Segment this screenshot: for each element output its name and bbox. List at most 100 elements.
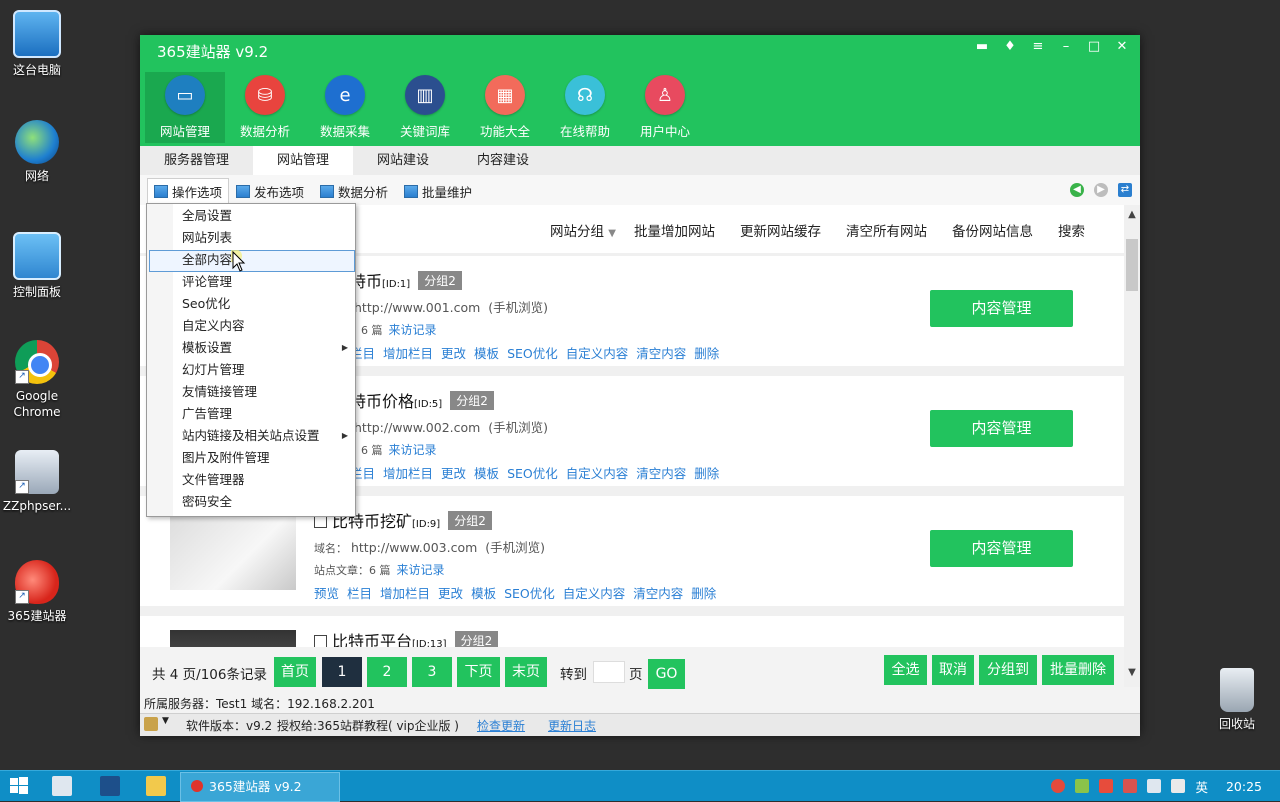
security-tray-icon[interactable] — [1099, 779, 1114, 793]
action-template[interactable]: 模板 — [474, 346, 499, 361]
action-edit[interactable]: 更改 — [441, 466, 466, 481]
server-manager-icon[interactable] — [52, 776, 72, 796]
check-update-link[interactable]: 检查更新 — [477, 717, 525, 734]
close-icon[interactable]: ✕ — [1114, 39, 1130, 54]
desktop-icon-recycle-bin[interactable]: 回收站 — [1200, 668, 1274, 732]
next-page-button[interactable]: 下页 — [457, 657, 500, 687]
clock[interactable]: 20:25 — [1226, 779, 1262, 794]
goto-page-input[interactable] — [593, 661, 625, 683]
action-delete[interactable]: 删除 — [694, 466, 719, 481]
action-add-column[interactable]: 增加栏目 — [380, 586, 430, 601]
chevron-down-icon[interactable]: ▼ — [1126, 667, 1138, 678]
menu-item-site-list[interactable]: 网站列表 — [182, 227, 342, 249]
action-template[interactable]: 模板 — [474, 466, 499, 481]
select-all-button[interactable]: 全选 — [884, 655, 927, 685]
mobile-view-link[interactable]: (手机浏览) — [485, 540, 545, 555]
action-preview[interactable]: 预览 — [314, 586, 339, 601]
chevron-down-icon[interactable]: ▼ — [162, 716, 169, 726]
first-page-button[interactable]: 首页 — [274, 657, 316, 687]
menu-item-all-content[interactable]: 全部内容 — [182, 249, 342, 271]
subtab-analysis[interactable]: 数据分析 — [320, 181, 388, 201]
page-1-button[interactable]: 1 — [322, 657, 362, 687]
menu-item-images-attachments[interactable]: 图片及附件管理 — [182, 447, 342, 469]
display-tray-icon[interactable] — [1147, 779, 1162, 793]
tab-server-management[interactable]: 服务器管理 — [140, 146, 253, 175]
content-manage-button[interactable]: 内容管理 — [930, 410, 1073, 447]
action-custom-content[interactable]: 自定义内容 — [566, 346, 629, 361]
action-clear-content[interactable]: 清空内容 — [636, 466, 686, 481]
subtab-batch[interactable]: 批量维护 — [404, 181, 472, 201]
desktop-icon-this-pc[interactable]: 这台电脑 — [0, 10, 74, 78]
go-button[interactable]: GO — [648, 659, 685, 689]
scrollbar-thumb[interactable] — [1126, 239, 1138, 291]
menu-item-file-manager[interactable]: 文件管理器 — [182, 469, 342, 491]
menu-item-comments[interactable]: 评论管理 — [182, 271, 342, 293]
powershell-icon[interactable] — [100, 776, 120, 796]
action-edit[interactable]: 更改 — [441, 346, 466, 361]
page-2-button[interactable]: 2 — [367, 657, 407, 687]
desktop-icon-chrome[interactable]: ↗ Google Chrome — [0, 340, 74, 420]
action-delete[interactable]: 删除 — [691, 586, 716, 601]
cancel-button[interactable]: 取消 — [932, 655, 974, 685]
windows-start-icon[interactable] — [10, 777, 28, 795]
desktop-icon-zzphpserver[interactable]: ↗ ZZphpser... — [0, 450, 74, 514]
last-page-button[interactable]: 末页 — [505, 657, 547, 687]
visit-log-link[interactable]: 来访记录 — [389, 443, 437, 457]
mobile-view-link[interactable]: (手机浏览) — [488, 420, 548, 435]
file-explorer-icon[interactable] — [146, 776, 166, 796]
settings-gear-icon[interactable] — [144, 717, 158, 731]
action-seo[interactable]: SEO优化 — [507, 346, 558, 361]
nav-keyword-library[interactable]: ▥ 关键词库 — [385, 72, 465, 143]
vertical-scrollbar[interactable]: ▲ ▼ — [1124, 205, 1140, 687]
clear-all-sites-button[interactable]: 清空所有网站 — [846, 220, 927, 240]
subtab-publish[interactable]: 发布选项 — [236, 181, 304, 201]
visit-log-link[interactable]: 来访记录 — [397, 563, 445, 577]
group-to-button[interactable]: 分组到 — [979, 655, 1037, 685]
network-warning-icon[interactable] — [1123, 779, 1138, 793]
maximize-icon[interactable]: □ — [1086, 39, 1102, 54]
nav-online-help[interactable]: ☊ 在线帮助 — [545, 72, 625, 143]
update-cache-button[interactable]: 更新网站缓存 — [740, 220, 821, 240]
taskbar-app-365[interactable]: 365建站器 v9.2 — [180, 772, 340, 802]
nav-site-management[interactable]: ▭ 网站管理 — [145, 72, 225, 143]
site-name[interactable]: 特币价格 — [350, 392, 414, 411]
server-tray-icon[interactable] — [1075, 779, 1090, 793]
action-clear-content[interactable]: 清空内容 — [636, 346, 686, 361]
action-clear-content[interactable]: 清空内容 — [633, 586, 683, 601]
menu-item-template-settings[interactable]: 模板设置 ▶ — [182, 337, 348, 359]
site-url[interactable]: http://www.002.com — [354, 420, 480, 435]
action-seo[interactable]: SEO优化 — [504, 586, 555, 601]
refresh-icon[interactable]: ⇄ — [1118, 183, 1132, 197]
tab-site-building[interactable]: 网站建设 — [353, 146, 453, 175]
changelog-link[interactable]: 更新日志 — [548, 717, 596, 734]
menu-icon[interactable]: ≡ — [1030, 39, 1046, 54]
nav-data-collection[interactable]: e 数据采集 — [305, 72, 385, 143]
ime-indicator[interactable]: 英 — [1195, 777, 1208, 796]
search-button[interactable]: 搜索 — [1058, 220, 1085, 240]
action-edit[interactable]: 更改 — [438, 586, 463, 601]
minimize-icon[interactable]: – — [1058, 39, 1074, 54]
site-checkbox[interactable] — [314, 635, 327, 647]
back-icon[interactable]: ◀ — [1070, 183, 1084, 197]
site-url[interactable]: http://www.001.com — [354, 300, 480, 315]
menu-item-friend-links[interactable]: 友情链接管理 — [182, 381, 342, 403]
batch-add-sites-button[interactable]: 批量增加网站 — [634, 220, 715, 240]
batch-delete-button[interactable]: 批量删除 — [1042, 655, 1114, 685]
tab-content-building[interactable]: 内容建设 — [453, 146, 553, 175]
content-manage-button[interactable]: 内容管理 — [930, 290, 1073, 327]
action-custom-content[interactable]: 自定义内容 — [566, 466, 629, 481]
mobile-view-link[interactable]: (手机浏览) — [488, 300, 548, 315]
action-custom-content[interactable]: 自定义内容 — [563, 586, 626, 601]
site-url[interactable]: http://www.003.com — [351, 540, 477, 555]
desktop-icon-365[interactable]: ↗ 365建站器 — [0, 560, 74, 624]
menu-item-password-security[interactable]: 密码安全 — [182, 491, 342, 513]
action-columns[interactable]: 栏目 — [347, 586, 372, 601]
subtab-options[interactable]: 操作选项 — [147, 178, 230, 204]
desktop-icon-network[interactable]: 网络 — [0, 120, 74, 184]
backup-site-info-button[interactable]: 备份网站信息 — [952, 220, 1033, 240]
menu-item-global-settings[interactable]: 全局设置 — [182, 205, 342, 227]
nav-features[interactable]: ▦ 功能大全 — [465, 72, 545, 143]
action-add-column[interactable]: 增加栏目 — [383, 346, 433, 361]
action-delete[interactable]: 删除 — [694, 346, 719, 361]
forward-icon[interactable]: ▶ — [1094, 183, 1108, 197]
